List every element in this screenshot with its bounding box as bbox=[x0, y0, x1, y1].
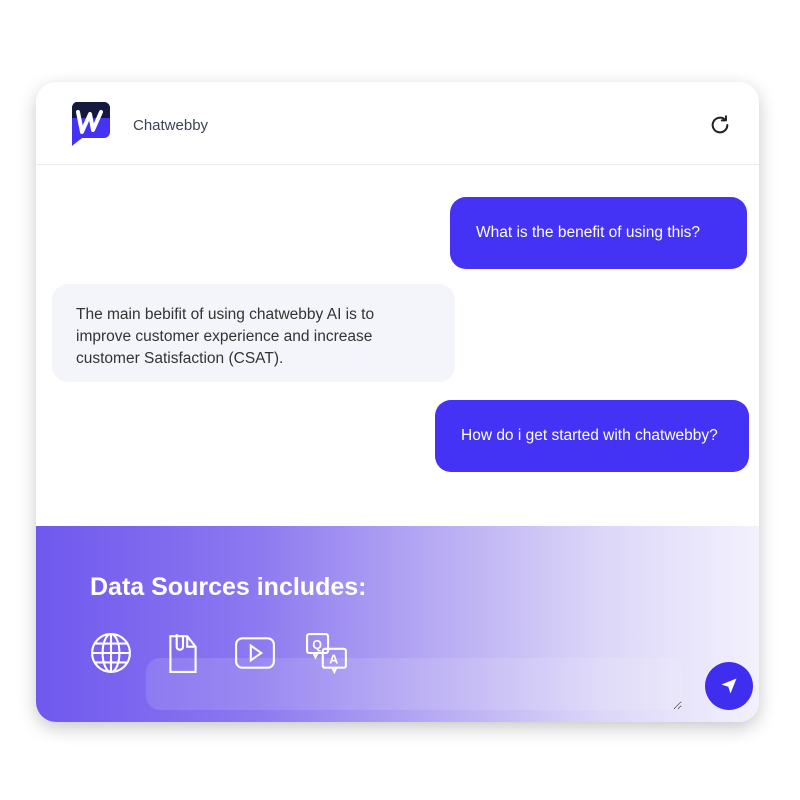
send-icon bbox=[721, 678, 737, 694]
message-input[interactable] bbox=[146, 658, 682, 710]
svg-text:Q: Q bbox=[312, 638, 322, 652]
refresh-icon[interactable] bbox=[709, 114, 731, 136]
user-message: What is the benefit of using this? bbox=[450, 197, 747, 269]
user-message: How do i get started with chatwebby? bbox=[435, 400, 749, 472]
send-button[interactable] bbox=[705, 662, 753, 710]
bot-message: The main bebifit of using chatwebby AI i… bbox=[52, 284, 455, 382]
message-text: How do i get started with chatwebby? bbox=[461, 427, 718, 444]
data-sources-title: Data Sources includes: bbox=[90, 573, 367, 601]
brand-name: Chatwebby bbox=[133, 117, 209, 134]
chat-header: Chatwebby bbox=[36, 82, 759, 165]
data-sources-panel: Data Sources includes: QA bbox=[36, 526, 759, 722]
globe-icon bbox=[91, 633, 131, 673]
chat-widget: Chatwebby What is the benefit of using t… bbox=[36, 82, 759, 722]
message-text: The main bebifit of using chatwebby AI i… bbox=[76, 306, 375, 367]
message-text: What is the benefit of using this? bbox=[476, 224, 701, 241]
chatwebby-logo-icon bbox=[71, 102, 110, 146]
